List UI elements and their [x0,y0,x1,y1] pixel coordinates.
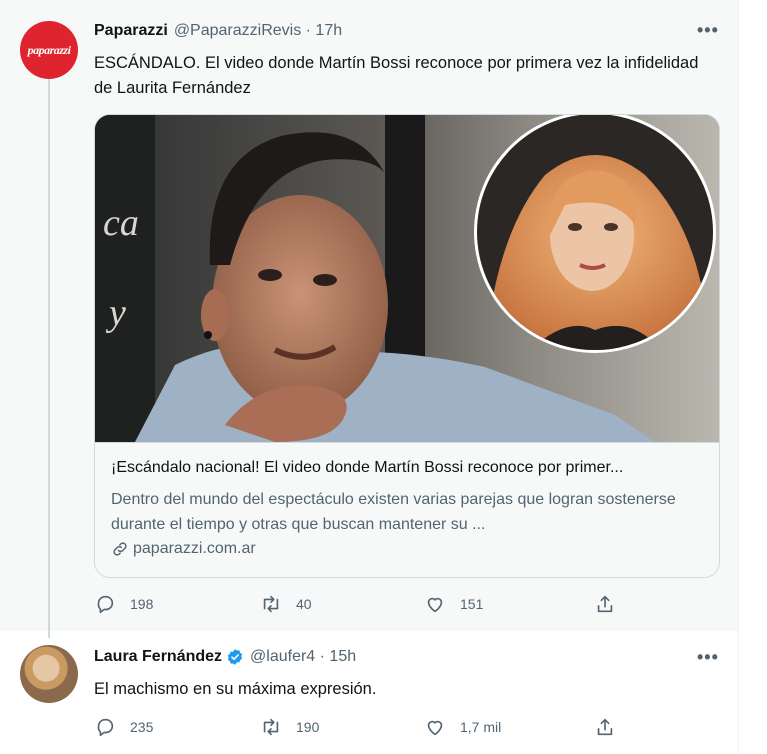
author-handle[interactable]: @laufer4 · 15h [250,648,356,666]
reply-count: 235 [130,719,154,735]
retweet-count: 190 [296,719,320,735]
author-name[interactable]: Paparazzi [94,22,168,40]
avatar-logo-text: paparazzi [27,42,71,57]
card-description: Dentro del mundo del espectáculo existen… [111,491,676,533]
share-button[interactable] [594,716,630,738]
retweet-icon [263,595,279,613]
retweet-icon [263,718,279,736]
share-icon [597,595,613,613]
tweet2-actions: 235 190 1,7 mil [94,716,714,740]
reply-icon [97,595,114,614]
like-button[interactable]: 151 [424,593,483,615]
reply-button[interactable]: 235 [94,716,153,738]
card-meta[interactable]: ¡Escándalo nacional! El video donde Mart… [95,442,719,577]
card-domain[interactable]: paparazzi.com.ar [111,540,256,558]
author-handle[interactable]: @PaparazziRevis · 17h [174,22,342,40]
verified-icon [227,649,243,665]
tweet-text: ESCÁNDALO. El video donde Martín Bossi r… [94,54,699,97]
retweet-button[interactable]: 40 [260,593,312,615]
tweet-header: Paparazzi @PaparazziRevis · 17h [94,22,342,40]
card-domain-text: paparazzi.com.ar [133,540,256,557]
link-card[interactable]: ca y ¡Escándalo nacional! El video donde… [94,114,720,578]
reply-icon [97,718,114,737]
like-icon [427,720,443,736]
like-button[interactable]: 1,7 mil [424,716,501,738]
more-icon[interactable]: ••• [697,20,719,41]
avatar-laura[interactable] [20,645,78,703]
like-count: 1,7 mil [460,719,502,735]
reply-count: 198 [130,596,154,612]
avatar-paparazzi[interactable]: paparazzi [20,21,78,79]
card-photo: ca y [95,115,719,442]
retweet-count: 40 [296,596,312,612]
link-icon [113,542,127,556]
share-icon [597,718,613,736]
thread-connector [48,78,50,638]
share-button[interactable] [594,593,630,615]
like-count: 151 [460,596,484,612]
tweet1-actions: 198 40 151 [94,593,714,617]
reply-button[interactable]: 198 [94,593,153,615]
tweet-text: El machismo en su máxima expresión. [94,680,377,698]
retweet-button[interactable]: 190 [260,716,319,738]
author-name[interactable]: Laura Fernández [94,648,222,666]
card-image: ca y [95,115,719,442]
svg-text:ca: ca [103,202,139,244]
like-icon [427,597,443,613]
tweet2-header: Laura Fernández @laufer4 · 15h [94,648,356,666]
svg-text:y: y [105,292,126,334]
right-gutter [738,0,767,754]
card-title[interactable]: ¡Escándalo nacional! El video donde Mart… [111,459,706,477]
more-icon[interactable]: ••• [697,647,719,668]
